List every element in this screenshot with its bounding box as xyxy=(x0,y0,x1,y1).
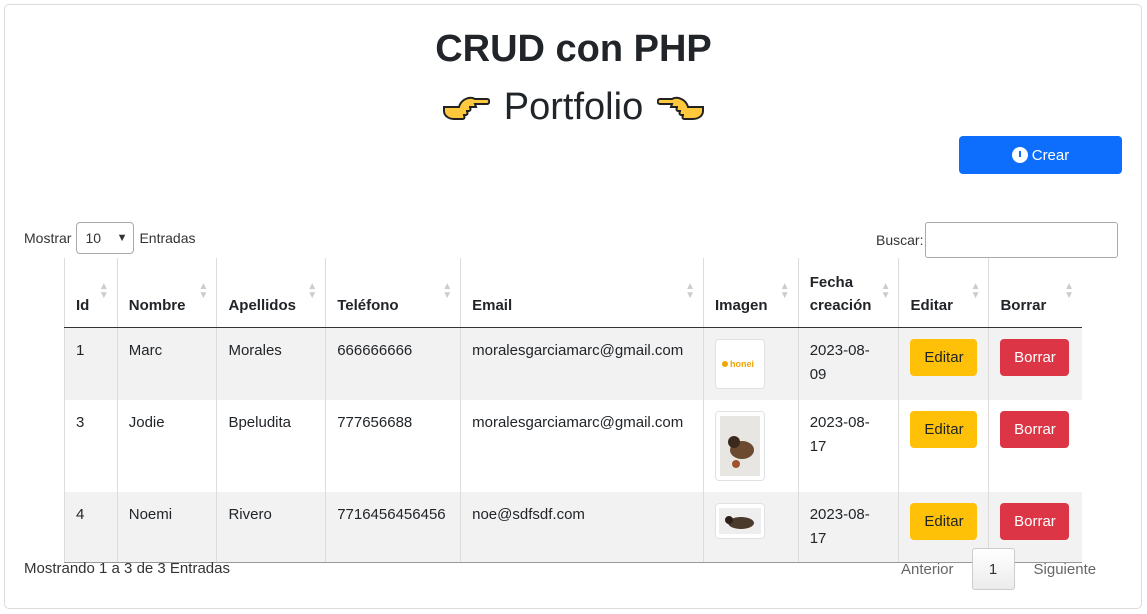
sort-arrows-icon: ▲ ▼ xyxy=(685,281,695,301)
sort-arrows-icon: ▲ ▼ xyxy=(442,281,453,301)
pointing-left-hand-icon xyxy=(656,90,705,124)
length-prefix: Mostrar xyxy=(24,230,72,246)
cell-borrar: Borrar xyxy=(988,327,1082,400)
cell-telefono: 666666666 xyxy=(325,327,462,400)
subtitle-text: Portfolio xyxy=(503,86,644,128)
record-image xyxy=(714,410,765,481)
cell-id: 1 xyxy=(64,327,118,400)
delete-button[interactable]: Borrar xyxy=(1000,338,1070,376)
cell-editar: Editar xyxy=(898,327,990,400)
record-image: honei xyxy=(714,338,765,389)
column-header-fecha[interactable]: Fecha creación ▲ ▼ xyxy=(798,258,900,328)
cell-apellidos: Bpeludita xyxy=(216,399,327,492)
cell-email: moralesgarciamarc@gmail.com xyxy=(460,399,704,492)
sort-arrows-icon: ▲ ▼ xyxy=(880,281,891,301)
cell-borrar: Borrar xyxy=(989,400,1082,492)
length-suffix: Entradas xyxy=(139,230,196,246)
cell-id: 3 xyxy=(64,399,118,492)
edit-button[interactable]: Editar xyxy=(910,502,978,540)
cell-fecha: 2023-08- 17 xyxy=(798,491,900,563)
cell-fecha: 2023-08- 09 xyxy=(798,327,900,400)
pagination-page-1[interactable]: 1 xyxy=(971,548,1015,590)
cell-apellidos: Morales xyxy=(216,327,327,400)
pagination-previous[interactable]: Anterior xyxy=(893,561,972,578)
length-select-value: 10 xyxy=(85,230,102,246)
table-row: 3 Jodie Bpeludita 777656688 moralesgarci… xyxy=(64,399,1083,492)
cell-email: noe@sdfsdf.com xyxy=(460,491,704,563)
edit-button[interactable]: Editar xyxy=(910,338,978,376)
search-input[interactable] xyxy=(925,222,1119,258)
cell-telefono: 777656688 xyxy=(325,399,462,492)
cell-nombre: Noemi xyxy=(117,491,218,563)
record-image xyxy=(714,502,765,539)
records-table: Id ▲ ▼ Nombre ▲ ▼ Apellidos ▲ ▼ Teléfono ▲ ▼ Ema… xyxy=(64,258,1082,563)
pagination: Anterior 1 Siguiente xyxy=(893,548,1096,590)
cell-apellidos: Rivero xyxy=(216,491,327,563)
cell-telefono: 7716456456456 xyxy=(325,491,462,563)
table-info: Mostrando 1 a 3 de 3 Entradas xyxy=(24,560,230,577)
create-button-label: Crear xyxy=(1031,146,1070,164)
create-button[interactable]: Crear xyxy=(959,136,1122,174)
search-label: Buscar: xyxy=(876,232,924,248)
delete-button[interactable]: Borrar xyxy=(1000,502,1070,540)
page-subtitle: Portfolio xyxy=(0,82,1147,132)
sort-arrows-icon: ▲ ▼ xyxy=(98,281,109,301)
cell-id: 4 xyxy=(64,491,118,563)
edit-button[interactable]: Editar xyxy=(910,410,978,448)
cell-nombre: Marc xyxy=(117,327,218,400)
length-select[interactable]: 10 ▼ xyxy=(76,222,135,254)
cell-fecha: 2023-08- 17 xyxy=(798,399,900,492)
column-header-id[interactable]: Id ▲ ▼ xyxy=(64,258,118,328)
cell-imagen xyxy=(703,399,799,492)
column-header-email[interactable]: Email ▲ ▼ xyxy=(460,258,704,328)
column-header-borrar[interactable]: Borrar ▲ ▼ xyxy=(988,258,1082,328)
cell-email: moralesgarciamarc@gmail.com xyxy=(460,327,704,400)
cell-editar: Editar xyxy=(898,399,990,492)
info-circle-icon xyxy=(1011,147,1028,163)
image-logo-text: honei xyxy=(730,359,754,369)
column-header-nombre[interactable]: Nombre ▲ ▼ xyxy=(117,258,218,328)
sort-arrows-icon: ▲ ▼ xyxy=(779,281,790,301)
chevron-down-icon: ▼ xyxy=(116,232,128,244)
search-control: Buscar: xyxy=(876,222,1119,258)
cell-imagen: honei xyxy=(703,327,799,400)
pointing-right-hand-icon xyxy=(442,90,491,124)
column-header-imagen[interactable]: Imagen ▲ ▼ xyxy=(703,258,799,328)
sort-arrows-icon: ▲ ▼ xyxy=(970,281,981,301)
length-control: Mostrar 10 ▼ Entradas xyxy=(24,222,196,254)
delete-button[interactable]: Borrar xyxy=(1000,410,1070,448)
sort-arrows-icon: ▲ ▼ xyxy=(1064,281,1074,301)
sort-arrows-icon: ▲ ▼ xyxy=(307,281,318,301)
table-header-row: Id ▲ ▼ Nombre ▲ ▼ Apellidos ▲ ▼ Teléfono ▲ ▼ Ema… xyxy=(64,258,1082,328)
cell-imagen xyxy=(703,491,799,563)
column-header-editar[interactable]: Editar ▲ ▼ xyxy=(898,258,990,328)
column-header-telefono[interactable]: Teléfono ▲ ▼ xyxy=(325,258,462,328)
cell-nombre: Jodie xyxy=(117,399,218,492)
sort-arrows-icon: ▲ ▼ xyxy=(198,281,209,301)
column-header-apellidos[interactable]: Apellidos ▲ ▼ xyxy=(216,258,327,328)
table-row: 1 Marc Morales 666666666 moralesgarciama… xyxy=(64,327,1082,400)
pagination-next[interactable]: Siguiente xyxy=(1015,561,1097,578)
page-title: CRUD con PHP xyxy=(435,28,712,70)
